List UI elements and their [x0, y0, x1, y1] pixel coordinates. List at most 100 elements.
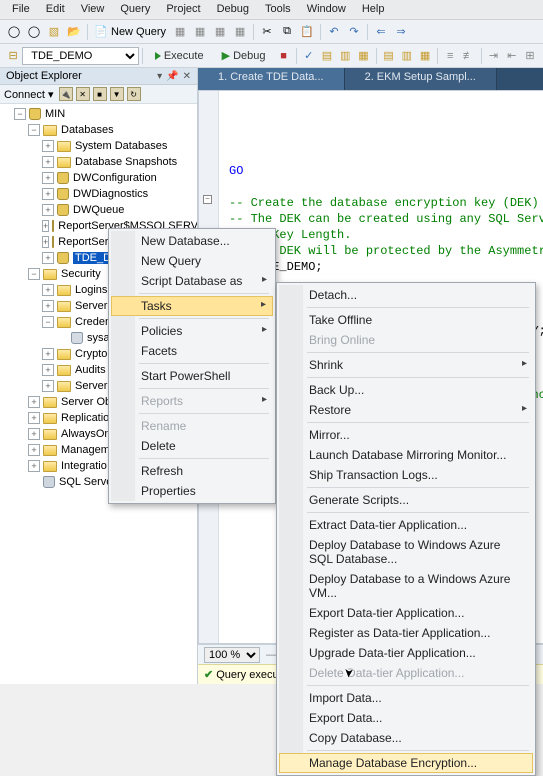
- parse-icon[interactable]: ✓: [301, 47, 317, 65]
- ctx-restore[interactable]: Restore: [279, 400, 533, 420]
- tree-dwconfig[interactable]: +DWConfiguration: [0, 170, 197, 186]
- tree-sysdb[interactable]: +System Databases: [0, 138, 197, 154]
- zoom-select[interactable]: 100 %: [204, 647, 260, 663]
- tree-dwdiag[interactable]: +DWDiagnostics: [0, 186, 197, 202]
- ctx-mirror[interactable]: Mirror...: [279, 425, 533, 445]
- server3-icon[interactable]: ▦: [211, 23, 229, 41]
- object-explorer-header: Object Explorer ▾ 📌 ✕: [0, 68, 197, 85]
- credential-icon: [71, 332, 83, 344]
- database-select[interactable]: TDE_DEMO: [22, 47, 139, 65]
- ctx-launch-mirroring-monitor[interactable]: Launch Database Mirroring Monitor...: [279, 445, 533, 465]
- results3-icon[interactable]: ▦: [417, 47, 433, 65]
- tree-dwqueue[interactable]: +DWQueue: [0, 202, 197, 218]
- ctx-start-powershell[interactable]: Start PowerShell: [111, 366, 273, 386]
- fwd-icon[interactable]: ◯: [25, 23, 43, 41]
- plan-icon[interactable]: ▤: [319, 47, 335, 65]
- paste-icon[interactable]: 📋: [298, 23, 316, 41]
- stop-icon[interactable]: ■: [275, 47, 291, 65]
- server2-icon[interactable]: ▦: [191, 23, 209, 41]
- specify-icon[interactable]: ⊞: [522, 47, 538, 65]
- ctx-rename[interactable]: Rename: [111, 416, 273, 436]
- connect-icon[interactable]: 🔌: [59, 87, 73, 101]
- nav-back-icon[interactable]: ⇐: [372, 23, 390, 41]
- ctx-backup[interactable]: Back Up...: [279, 380, 533, 400]
- nav-fwd-icon[interactable]: ⇒: [392, 23, 410, 41]
- folder-icon: [43, 125, 57, 136]
- new-query-icon[interactable]: 📄: [92, 23, 110, 41]
- menu-tools[interactable]: Tools: [257, 2, 299, 17]
- ctx-tasks[interactable]: Tasks: [111, 296, 273, 316]
- folder-icon: [43, 397, 57, 408]
- open-icon[interactable]: 📂: [65, 23, 83, 41]
- menu-debug[interactable]: Debug: [209, 2, 257, 17]
- execute-button[interactable]: Execute: [148, 48, 211, 64]
- ctx-export-data-tier[interactable]: Export Data-tier Application...: [279, 603, 533, 623]
- menu-edit[interactable]: Edit: [38, 2, 73, 17]
- menu-window[interactable]: Window: [299, 2, 354, 17]
- ctx-ship-transaction-logs[interactable]: Ship Transaction Logs...: [279, 465, 533, 485]
- plan2-icon[interactable]: ▥: [337, 47, 353, 65]
- back-icon[interactable]: ◯: [5, 23, 23, 41]
- ctx-take-offline[interactable]: Take Offline: [279, 310, 533, 330]
- ctx-extract-data-tier[interactable]: Extract Data-tier Application...: [279, 515, 533, 535]
- database-icon: [57, 188, 69, 200]
- close-icon[interactable]: ✕: [183, 71, 191, 82]
- ctx-properties[interactable]: Properties: [111, 481, 273, 501]
- indent-icon[interactable]: ⇥: [485, 47, 501, 65]
- tree-server[interactable]: −MIN: [0, 106, 197, 122]
- debug-button[interactable]: ▶Debug: [215, 47, 273, 64]
- copy-icon[interactable]: ⧉: [278, 23, 296, 41]
- disconnect-icon[interactable]: ✕: [76, 87, 90, 101]
- tree-databases[interactable]: −Databases: [0, 122, 197, 138]
- tab-ekm-setup[interactable]: 2. EKM Setup Sampl...: [345, 68, 497, 90]
- new-query-button[interactable]: New Query: [111, 26, 166, 38]
- results-icon[interactable]: ▤: [380, 47, 396, 65]
- pin-icon[interactable]: 📌: [166, 71, 178, 82]
- tree-snap[interactable]: +Database Snapshots: [0, 154, 197, 170]
- stop-icon[interactable]: ■: [93, 87, 107, 101]
- ctx-delete-data-tier[interactable]: Delete Data-tier Application...: [279, 663, 533, 683]
- ctx-manage-database-encryption[interactable]: Manage Database Encryption...: [279, 753, 533, 773]
- ctx-detach[interactable]: Detach...: [279, 285, 533, 305]
- uncomment-icon[interactable]: ≢: [460, 47, 476, 65]
- menu-help[interactable]: Help: [354, 2, 393, 17]
- dropdown-icon[interactable]: ▾: [157, 71, 162, 82]
- ctx-new-database[interactable]: New Database...: [111, 231, 273, 251]
- cut-icon[interactable]: ✂: [258, 23, 276, 41]
- undo-icon[interactable]: ↶: [325, 23, 343, 41]
- connect-button[interactable]: Connect ▾: [4, 88, 54, 101]
- menu-file[interactable]: File: [4, 2, 38, 17]
- new-project-icon[interactable]: ▧: [45, 23, 63, 41]
- menu-project[interactable]: Project: [158, 2, 208, 17]
- ctx-deploy-azure-vm[interactable]: Deploy Database to a Windows Azure VM...: [279, 569, 533, 603]
- ctx-import-data[interactable]: Import Data...: [279, 688, 533, 708]
- ctx-reports[interactable]: Reports: [111, 391, 273, 411]
- stats-icon[interactable]: ▦: [355, 47, 371, 65]
- ctx-export-data[interactable]: Export Data...: [279, 708, 533, 728]
- redo-icon[interactable]: ↷: [345, 23, 363, 41]
- ctx-generate-scripts[interactable]: Generate Scripts...: [279, 490, 533, 510]
- ctx-refresh[interactable]: Refresh: [111, 461, 273, 481]
- ctx-copy-database[interactable]: Copy Database...: [279, 728, 533, 748]
- outdent-icon[interactable]: ⇤: [504, 47, 520, 65]
- ctx-delete[interactable]: Delete: [111, 436, 273, 456]
- ctx-deploy-azure-sql[interactable]: Deploy Database to Windows Azure SQL Dat…: [279, 535, 533, 569]
- ctx-script-database-as[interactable]: Script Database as: [111, 271, 273, 291]
- db-icon[interactable]: ⊟: [5, 47, 21, 65]
- refresh-icon[interactable]: ↻: [127, 87, 141, 101]
- menu-query[interactable]: Query: [112, 2, 158, 17]
- results2-icon[interactable]: ▥: [399, 47, 415, 65]
- ctx-facets[interactable]: Facets: [111, 341, 273, 361]
- comment-icon[interactable]: ≡: [442, 47, 458, 65]
- ctx-bring-online[interactable]: Bring Online: [279, 330, 533, 350]
- ctx-shrink[interactable]: Shrink: [279, 355, 533, 375]
- ctx-policies[interactable]: Policies: [111, 321, 273, 341]
- server4-icon[interactable]: ▦: [231, 23, 249, 41]
- menu-view[interactable]: View: [73, 2, 113, 17]
- filter-icon[interactable]: ▼: [110, 87, 124, 101]
- ctx-register-data-tier[interactable]: Register as Data-tier Application...: [279, 623, 533, 643]
- tab-create-tde[interactable]: 1. Create TDE Data...: [198, 68, 345, 90]
- ctx-new-query[interactable]: New Query: [111, 251, 273, 271]
- server-icon[interactable]: ▦: [171, 23, 189, 41]
- ctx-upgrade-data-tier[interactable]: Upgrade Data-tier Application...: [279, 643, 533, 663]
